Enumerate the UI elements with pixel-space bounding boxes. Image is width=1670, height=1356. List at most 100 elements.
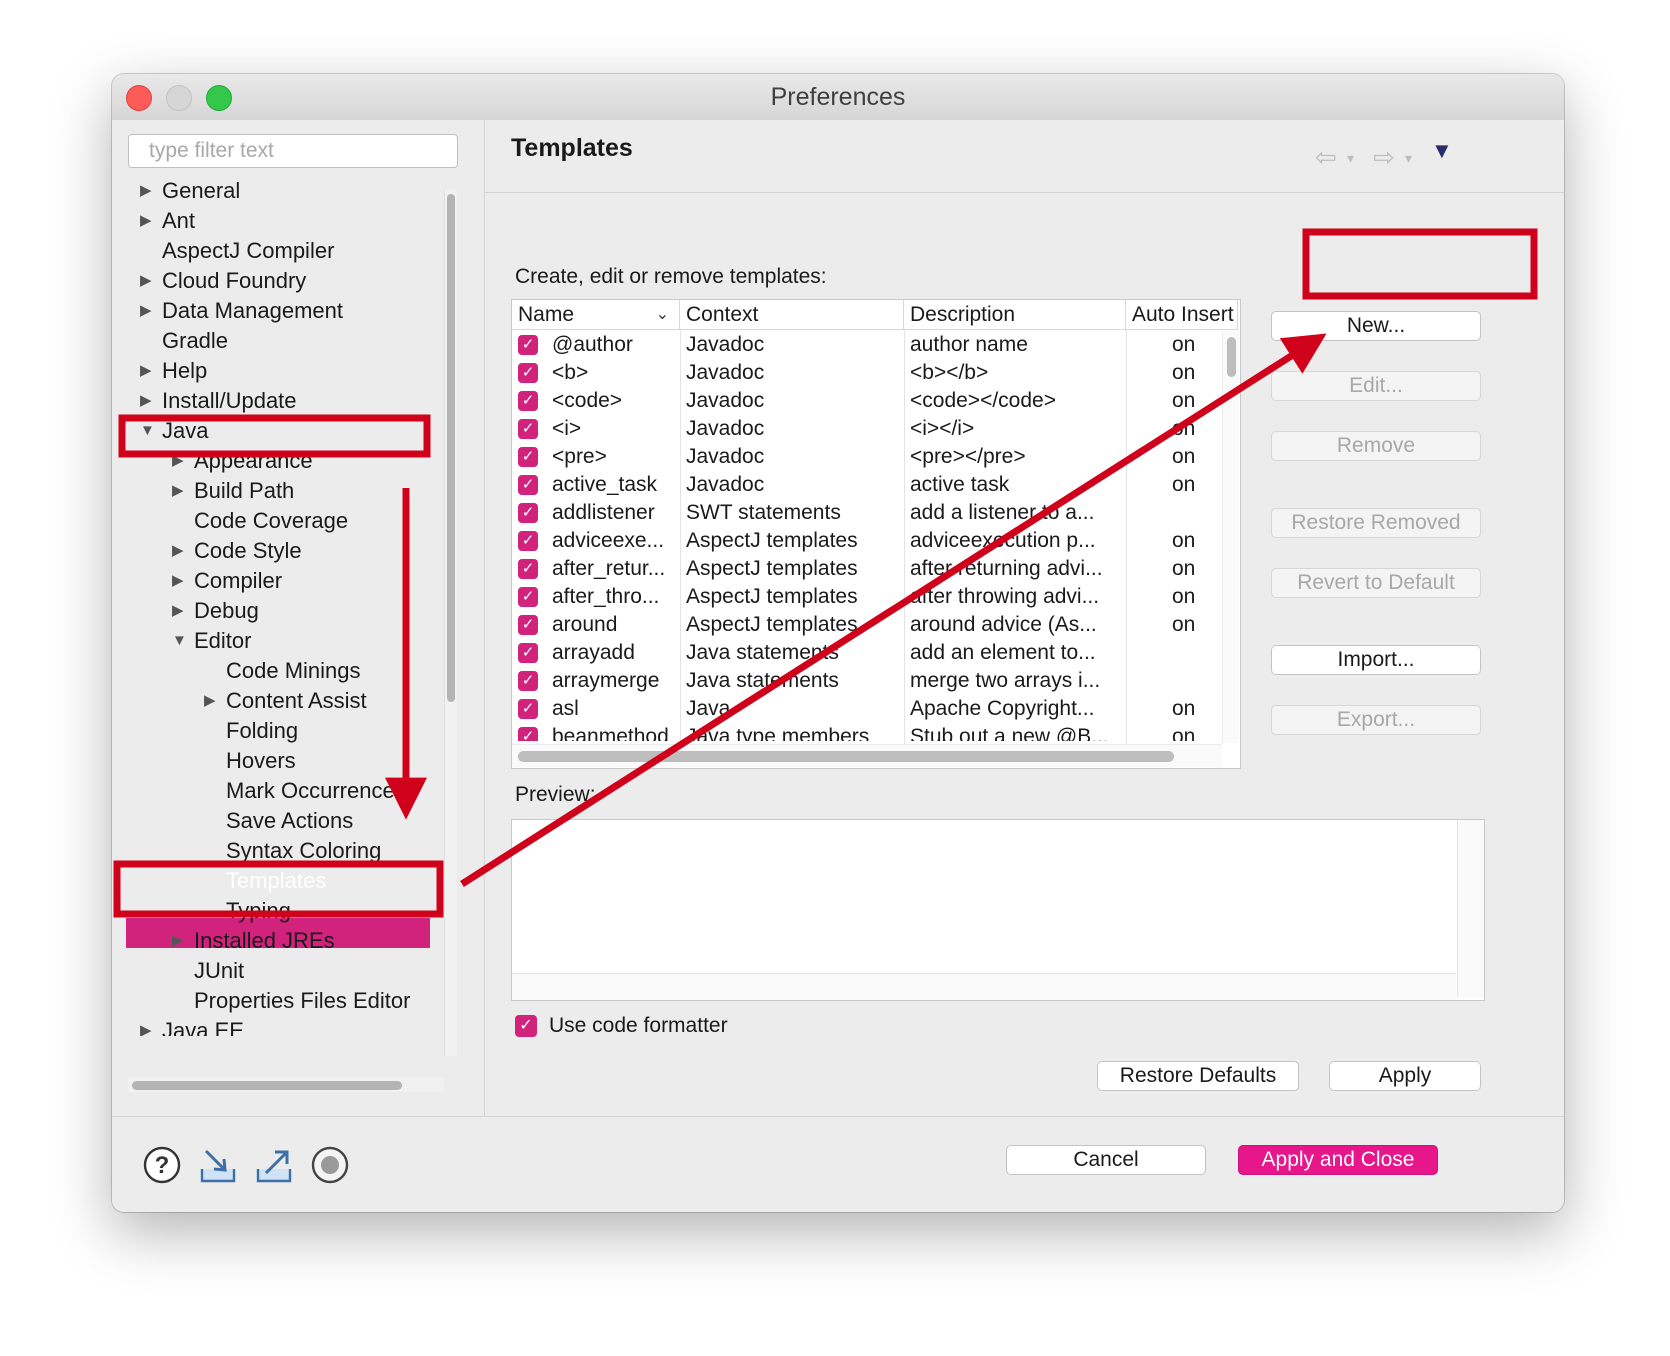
new-button[interactable]: New... bbox=[1271, 311, 1481, 341]
table-row[interactable]: ✓ addlistener SWT statements add a listener… bbox=[512, 499, 1222, 527]
tree-item-cloud-foundry[interactable]: ▶ Cloud Foundry bbox=[140, 266, 306, 296]
expand-right-icon[interactable]: ▶ bbox=[140, 1016, 152, 1036]
table-row[interactable]: ✓ <code> Javadoc <code></code> on bbox=[512, 387, 1222, 415]
expand-right-icon[interactable]: ▶ bbox=[204, 686, 216, 716]
column-header-context[interactable]: Context bbox=[680, 300, 904, 330]
expand-right-icon[interactable]: ▶ bbox=[172, 536, 184, 566]
table-row[interactable]: ✓ <i> Javadoc <i></i> on bbox=[512, 415, 1222, 443]
row-enabled-checkbox[interactable]: ✓ bbox=[518, 475, 538, 495]
help-icon[interactable]: ? bbox=[142, 1145, 182, 1185]
tree-item-gradle[interactable]: Gradle bbox=[140, 326, 228, 356]
tree-item-java-ee[interactable]: ▶ Java EE bbox=[140, 1016, 244, 1036]
expand-right-icon[interactable]: ▶ bbox=[140, 176, 152, 206]
tree-item-appearance[interactable]: ▶ Appearance bbox=[172, 446, 313, 476]
table-row[interactable]: ✓ arrayadd Java statements add an element t… bbox=[512, 639, 1222, 667]
table-row[interactable]: ✓ around AspectJ templates around advice (A… bbox=[512, 611, 1222, 639]
sidebar-vertical-scrollbar[interactable] bbox=[444, 190, 457, 1056]
cancel-button[interactable]: Cancel bbox=[1006, 1145, 1206, 1175]
table-row[interactable]: ✓ <pre> Javadoc <pre></pre> on bbox=[512, 443, 1222, 471]
expand-right-icon[interactable]: ▶ bbox=[172, 446, 184, 476]
expand-right-icon[interactable]: ▶ bbox=[140, 356, 152, 386]
tree-item-code-minings[interactable]: Code Minings bbox=[204, 656, 361, 686]
tree-item-templates[interactable]: Templates bbox=[204, 866, 326, 896]
import-button[interactable]: Import... bbox=[1271, 645, 1481, 675]
export-button[interactable]: Export... bbox=[1271, 705, 1481, 735]
record-icon[interactable] bbox=[310, 1145, 350, 1185]
table-row[interactable]: ✓ arraymerge Java statements merge two arra… bbox=[512, 667, 1222, 695]
use-code-formatter-checkbox[interactable]: ✓ bbox=[515, 1015, 537, 1037]
tree-item-build-path[interactable]: ▶ Build Path bbox=[172, 476, 294, 506]
tree-item-save-actions[interactable]: Save Actions bbox=[204, 806, 353, 836]
expand-right-icon[interactable]: ▶ bbox=[140, 206, 152, 236]
tree-item-editor[interactable]: ▼ Editor bbox=[172, 626, 251, 656]
row-enabled-checkbox[interactable]: ✓ bbox=[518, 447, 538, 467]
preview-horizontal-scrollbar[interactable] bbox=[512, 973, 1456, 1000]
tree-item-content-assist[interactable]: ▶ Content Assist bbox=[204, 686, 367, 716]
table-row[interactable]: ✓ active_task Javadoc active task on bbox=[512, 471, 1222, 499]
apply-button[interactable]: Apply bbox=[1329, 1061, 1481, 1091]
table-row[interactable]: ✓ @author Javadoc author name on bbox=[512, 331, 1222, 359]
tree-item-java[interactable]: ▼ Java bbox=[140, 416, 208, 446]
column-header-description[interactable]: Description bbox=[904, 300, 1126, 330]
restore-removed-button[interactable]: Restore Removed bbox=[1271, 508, 1481, 538]
chevron-down-icon[interactable]: ▾ bbox=[1347, 150, 1354, 167]
row-enabled-checkbox[interactable]: ✓ bbox=[518, 531, 538, 551]
back-arrow-icon[interactable]: ⇦ bbox=[1315, 142, 1337, 173]
table-row[interactable]: ✓ after_retur... AspectJ templates after re… bbox=[512, 555, 1222, 583]
filter-input[interactable] bbox=[128, 134, 458, 168]
tree-item-installed-jres[interactable]: ▶ Installed JREs bbox=[172, 926, 335, 956]
row-enabled-checkbox[interactable]: ✓ bbox=[518, 727, 538, 741]
revert-to-default-button[interactable]: Revert to Default bbox=[1271, 568, 1481, 598]
apply-and-close-button[interactable]: Apply and Close bbox=[1238, 1145, 1438, 1175]
row-enabled-checkbox[interactable]: ✓ bbox=[518, 587, 538, 607]
row-enabled-checkbox[interactable]: ✓ bbox=[518, 363, 538, 383]
tree-item-data-management[interactable]: ▶ Data Management bbox=[140, 296, 343, 326]
expand-right-icon[interactable]: ▶ bbox=[172, 926, 184, 956]
row-enabled-checkbox[interactable]: ✓ bbox=[518, 391, 538, 411]
tree-item-syntax-coloring[interactable]: Syntax Coloring bbox=[204, 836, 381, 866]
row-enabled-checkbox[interactable]: ✓ bbox=[518, 335, 538, 355]
expand-right-icon[interactable]: ▶ bbox=[172, 476, 184, 506]
row-enabled-checkbox[interactable]: ✓ bbox=[518, 419, 538, 439]
row-enabled-checkbox[interactable]: ✓ bbox=[518, 671, 538, 691]
table-row[interactable]: ✓ after_thro... AspectJ templates after thr… bbox=[512, 583, 1222, 611]
tree-item-folding[interactable]: Folding bbox=[204, 716, 298, 746]
row-enabled-checkbox[interactable]: ✓ bbox=[518, 503, 538, 523]
tree-item-help[interactable]: ▶ Help bbox=[140, 356, 207, 386]
tree-item-compiler[interactable]: ▶ Compiler bbox=[172, 566, 282, 596]
edit-button[interactable]: Edit... bbox=[1271, 371, 1481, 401]
expand-down-icon[interactable]: ▼ bbox=[172, 626, 187, 656]
table-row[interactable]: ✓ beanmethod Java type members Stub out a n… bbox=[512, 723, 1222, 741]
row-enabled-checkbox[interactable]: ✓ bbox=[518, 559, 538, 579]
expand-right-icon[interactable]: ▶ bbox=[140, 386, 152, 416]
tree-item-properties-files-editor[interactable]: Properties Files Editor bbox=[172, 986, 410, 1016]
tree-item-code-coverage[interactable]: Code Coverage bbox=[172, 506, 348, 536]
remove-button[interactable]: Remove bbox=[1271, 431, 1481, 461]
tree-item-aspectj-compiler[interactable]: AspectJ Compiler bbox=[140, 236, 334, 266]
column-header-name[interactable]: Name ⌄ bbox=[512, 300, 680, 330]
expand-right-icon[interactable]: ▶ bbox=[172, 596, 184, 626]
table-row[interactable]: ✓ <b> Javadoc <b></b> on bbox=[512, 359, 1222, 387]
chevron-down-icon[interactable]: ▾ bbox=[1405, 150, 1412, 167]
row-enabled-checkbox[interactable]: ✓ bbox=[518, 643, 538, 663]
tree-item-ant[interactable]: ▶ Ant bbox=[140, 206, 195, 236]
forward-arrow-icon[interactable]: ⇨ bbox=[1373, 142, 1395, 173]
tree-item-hovers[interactable]: Hovers bbox=[204, 746, 296, 776]
tree-item-general[interactable]: ▶ General bbox=[140, 176, 240, 206]
table-horizontal-scrollbar[interactable] bbox=[512, 744, 1222, 767]
sidebar-horizontal-scrollbar[interactable] bbox=[128, 1078, 444, 1092]
preview-area[interactable] bbox=[511, 819, 1485, 1001]
tree-item-typing[interactable]: Typing bbox=[204, 896, 291, 926]
expand-down-icon[interactable]: ▼ bbox=[140, 416, 155, 446]
preview-vertical-scrollbar[interactable] bbox=[1457, 820, 1484, 998]
tree-item-mark-occurrences[interactable]: Mark Occurrences bbox=[204, 776, 406, 806]
import-icon[interactable] bbox=[198, 1145, 238, 1185]
expand-right-icon[interactable]: ▶ bbox=[140, 266, 152, 296]
tree-item-code-style[interactable]: ▶ Code Style bbox=[172, 536, 302, 566]
expand-right-icon[interactable]: ▶ bbox=[172, 566, 184, 596]
tree-item-install-update[interactable]: ▶ Install/Update bbox=[140, 386, 297, 416]
tree-item-debug[interactable]: ▶ Debug bbox=[172, 596, 259, 626]
table-vertical-scrollbar[interactable] bbox=[1222, 331, 1239, 743]
export-icon[interactable] bbox=[254, 1145, 294, 1185]
view-menu-icon[interactable]: ▼ bbox=[1431, 138, 1453, 164]
